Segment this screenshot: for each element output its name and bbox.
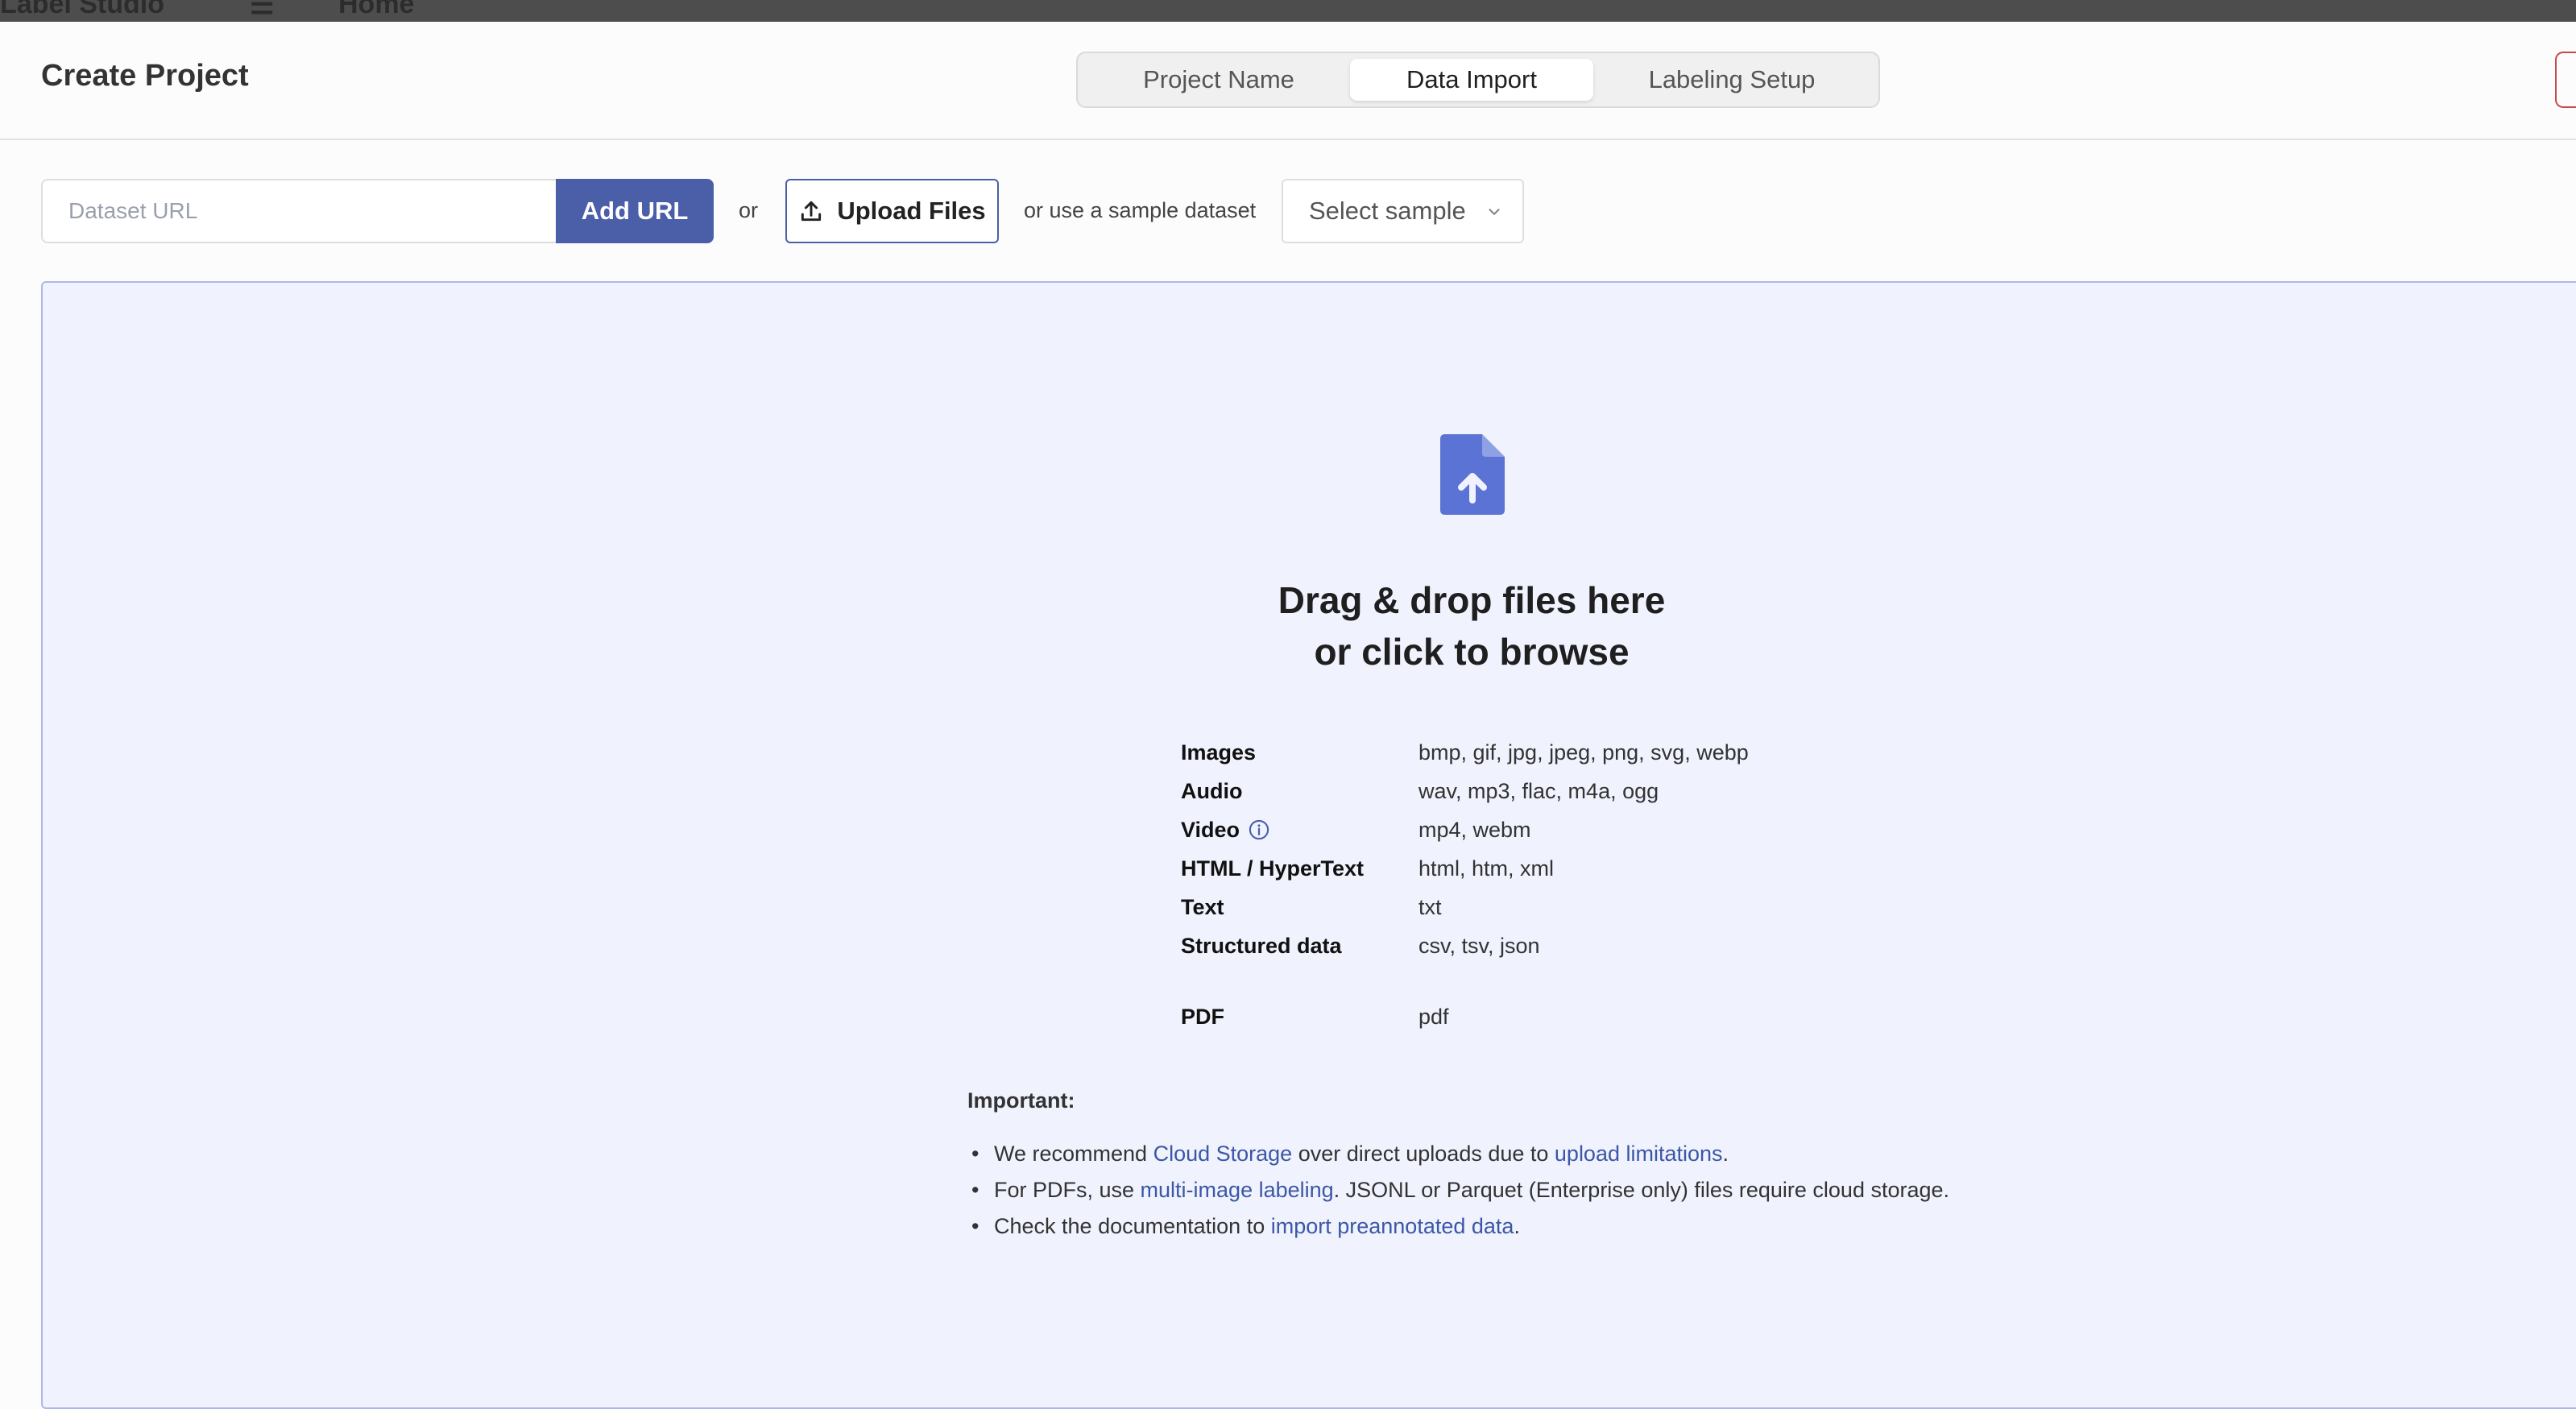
cloud-storage-link[interactable]: Cloud Storage xyxy=(1153,1142,1293,1166)
page-title: Create Project xyxy=(41,59,249,93)
import-preannotated-data-link[interactable]: import preannotated data xyxy=(1271,1214,1514,1238)
upload-files-button[interactable]: Upload Files xyxy=(785,179,999,243)
upload-icon xyxy=(801,201,822,222)
type-label: Images xyxy=(1181,740,1257,765)
list-item: Check the documentation to import preann… xyxy=(969,1208,1949,1245)
type-row-text: Text txt xyxy=(1181,891,1906,923)
type-label: Audio xyxy=(1181,779,1243,803)
type-label: Video xyxy=(1181,814,1270,846)
type-extensions: csv, tsv, json xyxy=(1418,934,1540,958)
type-row-video: Video mp4, webm xyxy=(1181,814,1906,846)
note-text: We recommend xyxy=(994,1142,1153,1166)
type-label: PDF xyxy=(1181,1005,1224,1029)
type-label-text: Video xyxy=(1181,818,1240,842)
tab-data-import[interactable]: Data Import xyxy=(1350,59,1593,101)
type-extensions: html, htm, xml xyxy=(1418,856,1555,881)
note-text: over direct uploads due to xyxy=(1292,1142,1555,1166)
dropzone-title-line1: Drag & drop files here xyxy=(1278,579,1666,621)
upload-limitations-link[interactable]: upload limitations xyxy=(1555,1142,1723,1166)
info-icon[interactable] xyxy=(1248,818,1270,841)
app-brand-text: Label Studio xyxy=(0,0,164,19)
note-text: . xyxy=(1722,1142,1729,1166)
type-row-audio: Audio wav, mp3, flac, m4a, ogg xyxy=(1181,775,1906,807)
note-text: For PDFs, use xyxy=(994,1178,1141,1202)
type-extensions: wav, mp3, flac, m4a, ogg xyxy=(1418,779,1659,803)
type-row-html: HTML / HyperText html, htm, xml xyxy=(1181,852,1906,885)
dataset-url-input[interactable] xyxy=(41,179,557,243)
sample-dataset-prompt: or use a sample dataset xyxy=(1024,198,1257,222)
note-text: Check the documentation to xyxy=(994,1214,1271,1238)
note-text: . JSONL or Parquet (Enterprise only) fil… xyxy=(1333,1178,1950,1202)
delete-button[interactable] xyxy=(2555,52,2576,108)
type-label: Text xyxy=(1181,895,1224,919)
multi-image-labeling-link[interactable]: multi-image labeling xyxy=(1141,1178,1334,1202)
list-item: We recommend Cloud Storage over direct u… xyxy=(969,1136,1949,1172)
type-extensions: bmp, gif, jpg, jpeg, png, svg, webp xyxy=(1418,740,1749,765)
select-sample-dropdown[interactable]: Select sample xyxy=(1282,179,1524,243)
list-item: For PDFs, use multi-image labeling. JSON… xyxy=(969,1172,1949,1208)
tab-labeling-setup[interactable]: Labeling Setup xyxy=(1593,59,1870,101)
type-label: HTML / HyperText xyxy=(1181,856,1365,881)
top-app-bar: Label Studio ☰ Home xyxy=(0,0,2576,22)
file-upload-icon xyxy=(1440,434,1505,515)
add-url-button[interactable]: Add URL xyxy=(556,179,714,243)
important-notes-list: We recommend Cloud Storage over direct u… xyxy=(969,1136,1949,1245)
type-extensions: pdf xyxy=(1418,1005,1449,1029)
important-heading: Important: xyxy=(967,1088,1075,1113)
type-row-structured: Structured data csv, tsv, json xyxy=(1181,930,1906,962)
modal-header: Create Project Project Name Data Import … xyxy=(0,22,2576,140)
upload-files-label: Upload Files xyxy=(837,197,986,225)
type-row-pdf: PDF pdf xyxy=(1181,1001,1906,1033)
type-extensions: txt xyxy=(1418,895,1442,919)
breadcrumb-home[interactable]: Home xyxy=(338,0,414,20)
dropzone-title: Drag & drop files here or click to brows… xyxy=(1069,574,1874,678)
menu-icon[interactable]: ☰ xyxy=(250,0,274,21)
step-tabs: Project Name Data Import Labeling Setup xyxy=(1076,52,1880,108)
or-separator: or xyxy=(739,198,759,222)
tab-project-name[interactable]: Project Name xyxy=(1087,59,1350,101)
type-label: Structured data xyxy=(1181,934,1342,958)
select-sample-label: Select sample xyxy=(1309,197,1466,225)
chevron-down-icon xyxy=(1489,209,1500,215)
note-text: . xyxy=(1514,1214,1520,1238)
dropzone-title-line2: or click to browse xyxy=(1314,631,1630,673)
type-row-images: Images bmp, gif, jpg, jpeg, png, svg, we… xyxy=(1181,736,1906,769)
type-extensions: mp4, webm xyxy=(1418,818,1531,842)
